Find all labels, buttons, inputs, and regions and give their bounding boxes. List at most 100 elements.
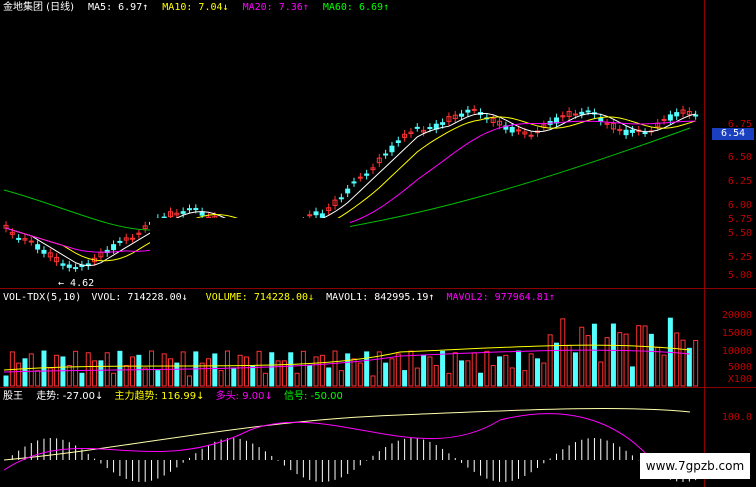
volume-bar [92, 360, 98, 387]
mavol2-value: MAVOL2: 977964.81↑ [446, 292, 555, 303]
volume-bar [680, 339, 686, 387]
low-price-label: ← 4.62 [58, 278, 95, 289]
price-candle [35, 244, 41, 250]
watermark: www.7gpzb.com [640, 453, 750, 479]
volume-bar [471, 352, 477, 387]
volume-bar [509, 367, 515, 387]
volume-bar [648, 333, 654, 387]
volume-bar [250, 364, 256, 387]
volume-bar [623, 333, 629, 387]
volume-bar [446, 372, 452, 387]
volume-bar [66, 364, 72, 387]
price-candle [357, 176, 363, 179]
volume-bar [364, 351, 370, 387]
volume-bar [534, 358, 540, 387]
ma60-label: MA60: [322, 2, 353, 13]
price-candle [414, 126, 420, 129]
volume-bar [433, 364, 439, 387]
volume-bar [256, 350, 262, 387]
ma10-label: MA10: [162, 2, 193, 13]
indicator-header: 股王 走势: -27.00↓ 主力趋势: 116.99↓ 多头: 9.00↓ 信… [3, 391, 343, 403]
price-candle [338, 197, 344, 200]
volume-bar [237, 354, 243, 387]
indicator-name: 股王 [3, 391, 23, 402]
volume-value: VOLUME: 714228.00↓ [205, 292, 315, 303]
volume-bar [541, 362, 547, 387]
price-tick: 5.75 [727, 214, 752, 225]
ma20-label: MA20: [242, 2, 273, 13]
price-candle [16, 237, 22, 240]
volume-bar [319, 354, 325, 387]
volume-bar [351, 358, 357, 387]
volume-bar [104, 352, 110, 387]
ma60-line [3, 127, 691, 231]
volume-bar [636, 325, 642, 387]
volume-bar [149, 350, 155, 387]
current-price-tag: 6.54 [712, 128, 754, 140]
ma60-value: 6.69↑ [358, 2, 390, 13]
volume-bar [111, 372, 117, 387]
price-candle [465, 109, 471, 113]
volume-bar [459, 360, 465, 387]
volume-bar [243, 356, 249, 387]
price-candle [427, 126, 433, 129]
trend-value: 走势: -27.00↓ [36, 391, 104, 402]
price-tick: 6.25 [727, 176, 752, 187]
ma10-value: 7.04↓ [198, 2, 229, 13]
volume-bar [452, 352, 458, 387]
price-candle [598, 117, 604, 122]
price-candle [579, 111, 585, 115]
ma20-line [5, 120, 696, 253]
main-trend-value: 主力趋势: 116.99↓ [114, 391, 205, 402]
volume-bar [522, 370, 528, 387]
price-candle [73, 267, 79, 270]
volume-bar [585, 335, 591, 387]
price-candle [528, 134, 534, 137]
title-bar: 金地集团 (日线) MA5: 6.97↑ MA10: 7.04↓ MA20: 7… [3, 2, 389, 14]
volume-bar [231, 367, 237, 387]
volume-bar [440, 350, 446, 387]
mavol1-value: MAVOL1: 842995.19↑ [326, 292, 435, 303]
volume-bar [566, 344, 572, 387]
price-candle [186, 208, 192, 211]
price-candle [395, 140, 401, 143]
volume-bar [408, 350, 414, 387]
price-candle [111, 244, 117, 251]
price-candle [41, 249, 47, 254]
vol-tick: 15000 [721, 328, 752, 339]
price-candle [629, 129, 635, 133]
volume-bar [572, 352, 578, 387]
price-candle [440, 122, 446, 125]
volume-bar [629, 366, 635, 387]
indicator-long-line [3, 413, 661, 471]
volume-bar [300, 350, 306, 387]
volume-bar [294, 372, 300, 387]
volume-bar [503, 354, 509, 387]
ma10-line [5, 116, 696, 262]
volume-bar [98, 360, 104, 387]
volume-bar [547, 334, 553, 387]
price-candle [572, 113, 578, 116]
volume-bar [655, 346, 661, 387]
price-candle [199, 211, 205, 216]
volume-bar [674, 332, 680, 387]
volume-bar [123, 365, 129, 387]
volume-bar [142, 367, 148, 387]
volume-bar [693, 339, 699, 387]
vol-tick: X100 [727, 374, 752, 385]
volume-bar [345, 353, 351, 387]
volume-bar [402, 370, 408, 387]
volume-bar [560, 318, 566, 387]
volume-bar [130, 356, 136, 387]
volume-header: VOL-TDX(5,10) VVOL: 714228.00↓ VOLUME: 7… [3, 292, 555, 304]
price-candle [28, 240, 34, 243]
price-tick: 6.50 [727, 152, 752, 163]
vol-tick: 5000 [727, 362, 752, 373]
volume-bar [516, 350, 522, 387]
volume-bar [313, 356, 319, 387]
volume-bar [326, 367, 332, 387]
vol-tick: 20000 [721, 310, 752, 321]
volume-bar [421, 354, 427, 387]
volume-bar [579, 326, 585, 387]
volume-bar [338, 370, 344, 387]
